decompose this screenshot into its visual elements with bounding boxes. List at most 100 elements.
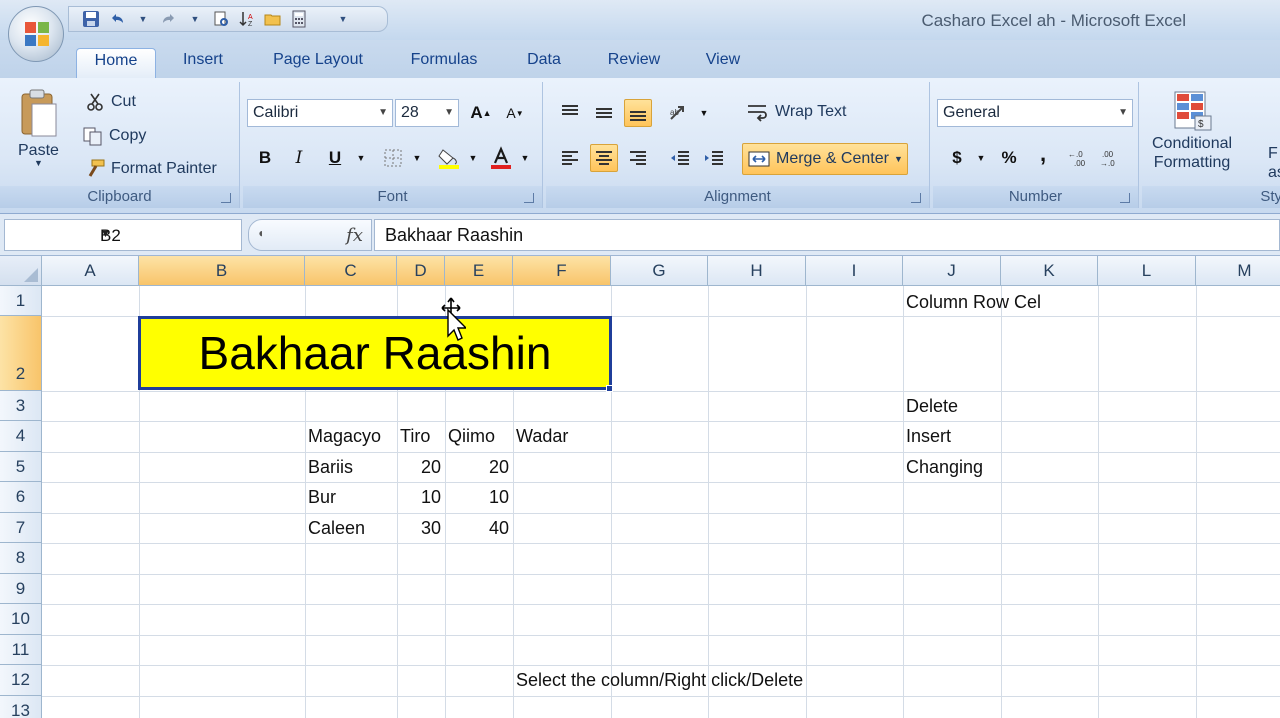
row-header-11[interactable]: 11 <box>0 635 42 665</box>
number-dialog-launcher-icon[interactable] <box>1120 193 1130 203</box>
row-header-10[interactable]: 10 <box>0 604 42 635</box>
table-header-qiimo[interactable]: Qiimo <box>448 421 495 451</box>
align-center-button[interactable] <box>590 144 618 172</box>
increase-decimal-button[interactable]: ←.0.00 <box>1067 144 1095 172</box>
tab-view[interactable]: View <box>692 48 754 78</box>
table-cell-name[interactable]: Bariis <box>308 452 353 482</box>
redo-icon[interactable] <box>159 9 179 29</box>
note-cell-j5[interactable]: Changing <box>906 452 983 482</box>
save-icon[interactable] <box>81 9 101 29</box>
table-header-tiro[interactable]: Tiro <box>400 421 430 451</box>
tab-home[interactable]: Home <box>76 48 156 78</box>
font-name-dropdown-icon[interactable]: ▼ <box>378 100 388 126</box>
bold-button[interactable]: B <box>251 144 279 172</box>
tab-page-layout[interactable]: Page Layout <box>258 48 378 78</box>
tab-insert[interactable]: Insert <box>166 48 240 78</box>
formula-input[interactable]: Bakhaar Raashin <box>374 219 1280 251</box>
select-all-button[interactable] <box>0 256 42 286</box>
paste-dropdown-icon[interactable]: ▼ <box>34 158 43 168</box>
table-cell-qiimo[interactable]: 20 <box>445 452 509 482</box>
name-box[interactable]: B2 ▼ <box>4 219 242 251</box>
font-size-combo[interactable]: 28 ▼ <box>395 99 459 127</box>
currency-dropdown-icon[interactable]: ▼ <box>967 144 995 172</box>
font-dialog-launcher-icon[interactable] <box>524 193 534 203</box>
column-header-k[interactable]: K <box>1001 256 1098 286</box>
fill-color-dropdown-icon[interactable]: ▼ <box>459 144 487 172</box>
tab-formulas[interactable]: Formulas <box>396 48 492 78</box>
calculator-icon[interactable] <box>289 9 309 29</box>
tab-data[interactable]: Data <box>514 48 574 78</box>
column-header-a[interactable]: A <box>42 256 139 286</box>
column-header-i[interactable]: I <box>806 256 903 286</box>
cut-button[interactable]: Cut <box>86 92 136 112</box>
undo-dropdown-icon[interactable]: ▼ <box>133 9 153 29</box>
merge-center-button[interactable]: Merge & Center ▼ <box>742 143 908 175</box>
table-cell-qiimo[interactable]: 10 <box>445 482 509 512</box>
align-bottom-button[interactable] <box>624 99 652 127</box>
copy-button[interactable]: Copy <box>82 126 146 146</box>
decrease-indent-button[interactable] <box>666 144 694 172</box>
wrap-text-button[interactable]: Wrap Text <box>746 102 846 122</box>
increase-indent-button[interactable] <box>700 144 728 172</box>
note-cell-j3[interactable]: Delete <box>906 391 958 421</box>
note-cell-j1[interactable]: Column Row Cel <box>906 287 1041 317</box>
table-cell-tiro[interactable]: 30 <box>397 513 441 543</box>
paste-button[interactable]: Paste ▼ <box>18 88 59 168</box>
redo-dropdown-icon[interactable]: ▼ <box>185 9 205 29</box>
row-header-1[interactable]: 1 <box>0 286 42 316</box>
conditional-formatting-button[interactable]: $ Conditional Formatting <box>1152 88 1232 172</box>
comma-style-button[interactable]: , <box>1029 140 1057 168</box>
column-header-h[interactable]: H <box>708 256 806 286</box>
row-header-6[interactable]: 6 <box>0 482 42 513</box>
row-header-4[interactable]: 4 <box>0 421 42 452</box>
align-top-button[interactable] <box>556 99 584 127</box>
number-format-dropdown-icon[interactable]: ▼ <box>1118 100 1128 126</box>
format-as-table-button[interactable]: F as <box>1268 144 1280 182</box>
font-name-combo[interactable]: Calibri ▼ <box>247 99 393 127</box>
table-header-wadar[interactable]: Wadar <box>516 421 568 451</box>
open-folder-icon[interactable] <box>263 9 283 29</box>
table-header-magacyo[interactable]: Magacyo <box>308 421 381 451</box>
table-cell-name[interactable]: Bur <box>308 482 336 512</box>
number-format-combo[interactable]: General ▼ <box>937 99 1133 127</box>
orientation-dropdown-icon[interactable]: ▼ <box>690 99 718 127</box>
align-left-button[interactable] <box>556 144 584 172</box>
note-cell-j4[interactable]: Insert <box>906 421 951 451</box>
row-header-7[interactable]: 7 <box>0 513 42 543</box>
name-box-dropdown-icon[interactable]: ▼ <box>100 228 235 240</box>
office-button[interactable] <box>8 6 64 62</box>
merged-title-cell[interactable]: Bakhaar Raashin <box>138 316 612 390</box>
column-header-d[interactable]: D <box>397 256 445 286</box>
row-header-13[interactable]: 13 <box>0 696 42 718</box>
column-header-b[interactable]: B <box>139 256 305 286</box>
row-header-2[interactable]: 2 <box>0 316 42 391</box>
expand-handle-icon[interactable]: ◖ <box>257 226 264 240</box>
underline-dropdown-icon[interactable]: ▼ <box>347 144 375 172</box>
decrease-decimal-button[interactable]: .00 →.0 <box>1099 144 1127 172</box>
row-header-3[interactable]: 3 <box>0 391 42 421</box>
underline-button[interactable]: U <box>321 144 349 172</box>
print-preview-icon[interactable] <box>211 9 231 29</box>
row-header-5[interactable]: 5 <box>0 452 42 482</box>
table-cell-qiimo[interactable]: 40 <box>445 513 509 543</box>
column-header-c[interactable]: C <box>305 256 397 286</box>
column-header-j[interactable]: J <box>903 256 1001 286</box>
column-header-m[interactable]: M <box>1196 256 1280 286</box>
table-cell-tiro[interactable]: 10 <box>397 482 441 512</box>
format-painter-button[interactable]: Format Painter <box>84 159 217 179</box>
borders-dropdown-icon[interactable]: ▼ <box>403 144 431 172</box>
grow-font-button[interactable]: A ▲ <box>467 99 495 127</box>
table-cell-name[interactable]: Caleen <box>308 513 365 543</box>
undo-icon[interactable] <box>107 9 127 29</box>
clipboard-dialog-launcher-icon[interactable] <box>221 193 231 203</box>
alignment-dialog-launcher-icon[interactable] <box>911 193 921 203</box>
table-cell-tiro[interactable]: 20 <box>397 452 441 482</box>
align-middle-button[interactable] <box>590 99 618 127</box>
row-header-8[interactable]: 8 <box>0 543 42 574</box>
tab-review[interactable]: Review <box>596 48 672 78</box>
sort-icon[interactable]: AZ <box>237 9 257 29</box>
row-header-12[interactable]: 12 <box>0 665 42 696</box>
instruction-cell-f12[interactable]: Select the column/Right click/Delete <box>516 665 803 695</box>
shrink-font-button[interactable]: A ▼ <box>501 99 529 127</box>
customize-qat-icon[interactable]: ▼ <box>333 9 353 29</box>
